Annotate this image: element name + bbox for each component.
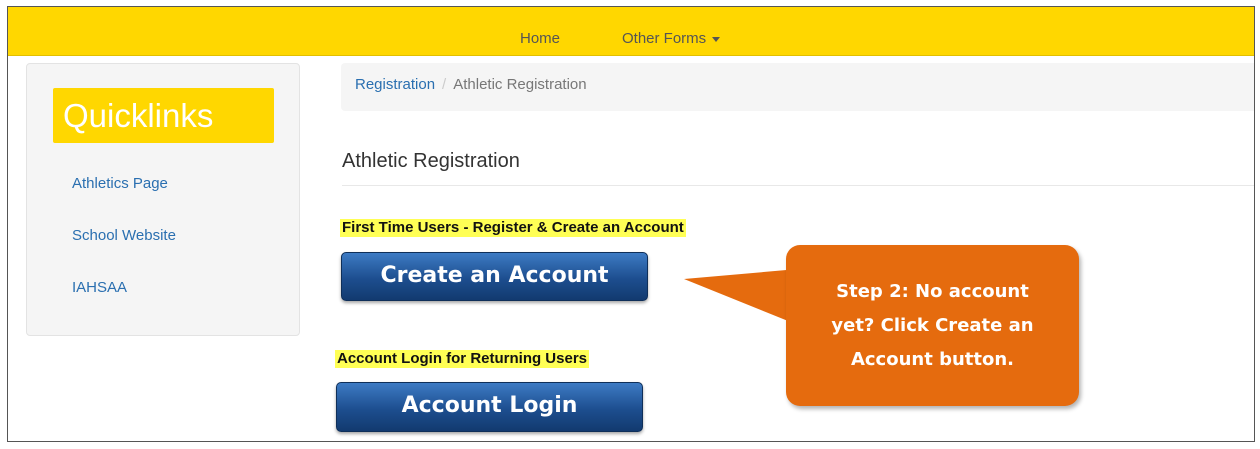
first-time-users-label: First Time Users - Register & Create an … bbox=[340, 219, 686, 237]
step-callout: Step 2: No account yet? Click Create an … bbox=[786, 245, 1079, 406]
breadcrumb-current: Athletic Registration bbox=[453, 76, 587, 93]
returning-users-label: Account Login for Returning Users bbox=[335, 350, 590, 368]
callout-text: Step 2: No account yet? Click Create an … bbox=[831, 280, 1034, 370]
create-account-button[interactable]: Create an Account bbox=[341, 252, 648, 301]
title-divider bbox=[342, 185, 1254, 186]
quicklinks-title: Quicklinks bbox=[53, 88, 274, 143]
nav-other-forms-dropdown[interactable]: Other Forms bbox=[622, 30, 721, 47]
quicklinks-sidebar: Quicklinks Athletics Page School Website… bbox=[26, 63, 300, 336]
nav-home-link[interactable]: Home bbox=[520, 30, 560, 47]
sidebar-item-iahsaa[interactable]: IAHSAA bbox=[72, 279, 127, 296]
page-frame: Home Other Forms Quicklinks Athletics Pa… bbox=[7, 6, 1255, 442]
account-login-button[interactable]: Account Login bbox=[336, 382, 643, 432]
sidebar-item-athletics-page[interactable]: Athletics Page bbox=[72, 175, 168, 192]
breadcrumb-separator: / bbox=[442, 76, 447, 93]
breadcrumb-registration-link[interactable]: Registration bbox=[355, 76, 435, 93]
page-title: Athletic Registration bbox=[342, 150, 520, 172]
top-navbar: Home Other Forms bbox=[8, 7, 1254, 56]
sidebar-item-school-website[interactable]: School Website bbox=[72, 227, 176, 244]
nav-other-forms-label: Other Forms bbox=[622, 30, 707, 47]
caret-down-icon bbox=[712, 36, 721, 42]
breadcrumb: Registration / Athletic Registration bbox=[341, 63, 1254, 111]
